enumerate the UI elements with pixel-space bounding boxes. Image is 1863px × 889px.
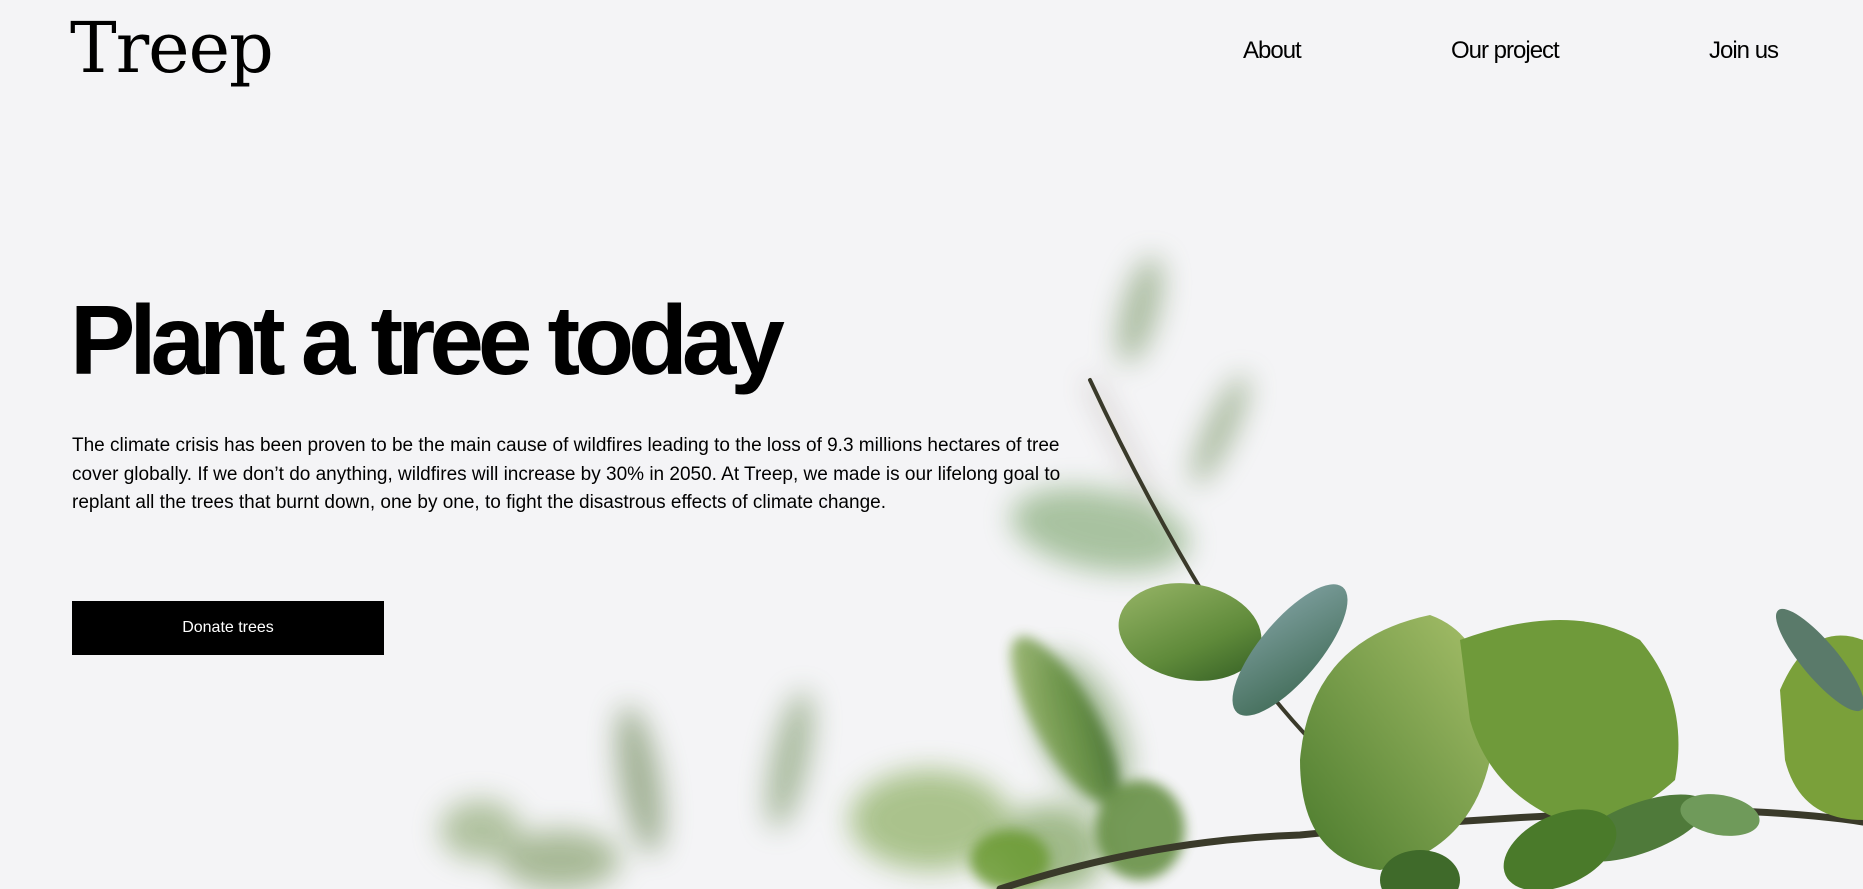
brand-logo[interactable]: Treep bbox=[70, 6, 274, 90]
hero-headline: Plant a tree today bbox=[70, 285, 785, 395]
nav-link-join-us[interactable]: Join us bbox=[1709, 36, 1779, 66]
nav-link-our-project[interactable]: Our project bbox=[1451, 36, 1560, 66]
hero-intro-text: The climate crisis has been proven to be… bbox=[72, 435, 1061, 513]
donate-trees-button[interactable]: Donate trees bbox=[72, 601, 384, 655]
nav-link-about[interactable]: About bbox=[1243, 36, 1302, 66]
